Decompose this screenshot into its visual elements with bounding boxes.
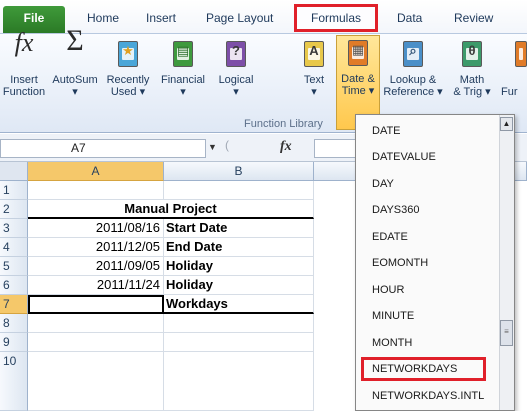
cell-a4[interactable]: 2011/12/05 (28, 238, 164, 257)
cell-b3[interactable]: Start Date (164, 219, 314, 238)
dropdown-item-networkdays-intl[interactable]: NETWORKDAYS.INTL (372, 390, 484, 402)
cell-a10[interactable] (28, 352, 164, 411)
date-time-book-icon: ▦ (343, 36, 373, 70)
more-functions-label: Fur (501, 86, 518, 98)
text-button[interactable]: A Text ▾ (298, 37, 330, 98)
recently-used-label-2: Used ▾ (110, 86, 146, 98)
formula-bar-separator-icon: ( (225, 138, 229, 152)
dropdown-item-day[interactable]: DAY (372, 178, 394, 190)
text-book-icon: A (299, 37, 329, 71)
math-trig-button[interactable]: θ Math & Trig ▾ (446, 37, 498, 98)
row-header-7[interactable]: 7 (0, 295, 28, 314)
name-box-dropdown-icon[interactable]: ▼ (208, 142, 217, 152)
text-label: Text (303, 74, 325, 86)
autosum-button[interactable]: Σ AutoSum ▾ (50, 24, 100, 99)
tab-file[interactable]: File (3, 6, 65, 33)
cell-b9[interactable] (164, 333, 314, 352)
cell-b7[interactable]: Workdays (164, 295, 314, 314)
cell-a9[interactable] (28, 333, 164, 352)
tab-home[interactable]: Home (87, 11, 119, 25)
row-header-3[interactable]: 3 (0, 219, 28, 238)
lookup-label-2: Reference ▾ (383, 86, 443, 98)
financial-label: Financial (160, 74, 206, 86)
lookup-reference-button[interactable]: ⌕ Lookup & Reference ▾ (383, 37, 443, 98)
tab-insert[interactable]: Insert (146, 11, 176, 25)
column-header-b[interactable]: B (164, 162, 314, 181)
dropdown-item-month[interactable]: MONTH (372, 337, 412, 349)
logical-book-icon: ? (221, 37, 251, 71)
row-header-10[interactable]: 10 (0, 352, 28, 411)
recently-used-book-icon: ★ (113, 37, 143, 71)
cell-a7-active[interactable] (28, 295, 164, 314)
more-functions-book-icon (515, 37, 527, 71)
logical-button[interactable]: ? Logical ▾ (213, 37, 259, 98)
dropdown-item-datevalue[interactable]: DATEVALUE (372, 151, 436, 163)
math-trig-label-1: Math (459, 74, 485, 86)
row-header-4[interactable]: 4 (0, 238, 28, 257)
autosum-label: AutoSum (52, 74, 98, 86)
text-arrow: ▾ (311, 86, 317, 98)
dropdown-item-minute[interactable]: MINUTE (372, 310, 414, 322)
name-box[interactable]: A7 (0, 139, 206, 158)
row-header-8[interactable]: 8 (0, 314, 28, 333)
financial-arrow: ▾ (180, 86, 186, 98)
tab-review[interactable]: Review (454, 11, 493, 25)
select-all-corner[interactable] (0, 162, 28, 181)
dropdown-item-networkdays[interactable]: NETWORKDAYS (372, 363, 457, 375)
financial-button[interactable]: ▤ Financial ▾ (157, 37, 209, 98)
date-time-label-2: Time ▾ (341, 85, 375, 97)
lookup-label-1: Lookup & (389, 74, 437, 86)
financial-book-icon: ▤ (168, 37, 198, 71)
cell-a5[interactable]: 2011/09/05 (28, 257, 164, 276)
cell-b8[interactable] (164, 314, 314, 333)
tab-data[interactable]: Data (397, 11, 422, 25)
sigma-icon: Σ (66, 24, 84, 57)
cell-a3[interactable]: 2011/08/16 (28, 219, 164, 238)
column-header-a[interactable]: A (28, 162, 164, 181)
cell-a2-title[interactable]: Manual Project (28, 200, 314, 219)
scroll-thumb-icon[interactable]: ≡ (500, 320, 513, 346)
insert-function-label-2: Function (2, 86, 46, 98)
recently-used-button[interactable]: ★ Recently Used ▾ (103, 37, 153, 98)
date-time-function-dropdown[interactable]: DATE DATEVALUE DAY DAYS360 EDATE EOMONTH… (355, 114, 515, 411)
cell-a6[interactable]: 2011/11/24 (28, 276, 164, 295)
insert-function-icon: fx (14, 28, 34, 57)
logical-arrow: ▾ (233, 86, 239, 98)
row-header-9[interactable]: 9 (0, 333, 28, 352)
row-header-5[interactable]: 5 (0, 257, 28, 276)
cell-b6[interactable]: Holiday (164, 276, 314, 295)
cell-b1[interactable] (164, 181, 314, 200)
row-header-2[interactable]: 2 (0, 200, 28, 219)
dropdown-item-edate[interactable]: EDATE (372, 231, 408, 243)
scroll-up-icon[interactable]: ▲ (500, 117, 513, 131)
dropdown-item-hour[interactable]: HOUR (372, 284, 404, 296)
tab-page-layout[interactable]: Page Layout (206, 11, 273, 25)
lookup-book-icon: ⌕ (398, 37, 428, 71)
math-book-icon: θ (457, 37, 487, 71)
tab-formulas[interactable]: Formulas (294, 4, 378, 32)
recently-used-label-1: Recently (106, 74, 150, 86)
row-header-6[interactable]: 6 (0, 276, 28, 295)
insert-function-label-1: Insert (10, 74, 38, 86)
cell-a1[interactable] (28, 181, 164, 200)
row-header-1[interactable]: 1 (0, 181, 28, 200)
function-library-group-label: Function Library (244, 118, 323, 130)
more-functions-button[interactable]: Fur (501, 37, 527, 98)
cell-a8[interactable] (28, 314, 164, 333)
cell-b5[interactable]: Holiday (164, 257, 314, 276)
dropdown-item-days360[interactable]: DAYS360 (372, 204, 420, 216)
cell-b4[interactable]: End Date (164, 238, 314, 257)
math-trig-label-2: & Trig ▾ (453, 86, 491, 98)
dropdown-scrollbar[interactable]: ▲ ≡ (499, 115, 514, 410)
cell-b10[interactable] (164, 352, 314, 411)
fx-icon[interactable]: fx (280, 139, 292, 155)
dropdown-item-date[interactable]: DATE (372, 125, 401, 137)
logical-label: Logical (218, 74, 254, 86)
insert-function-button[interactable]: fx Insert Function (2, 28, 46, 99)
dropdown-item-eomonth[interactable]: EOMONTH (372, 257, 428, 269)
date-time-label-1: Date & (341, 73, 375, 85)
autosum-arrow: ▾ (72, 86, 78, 98)
